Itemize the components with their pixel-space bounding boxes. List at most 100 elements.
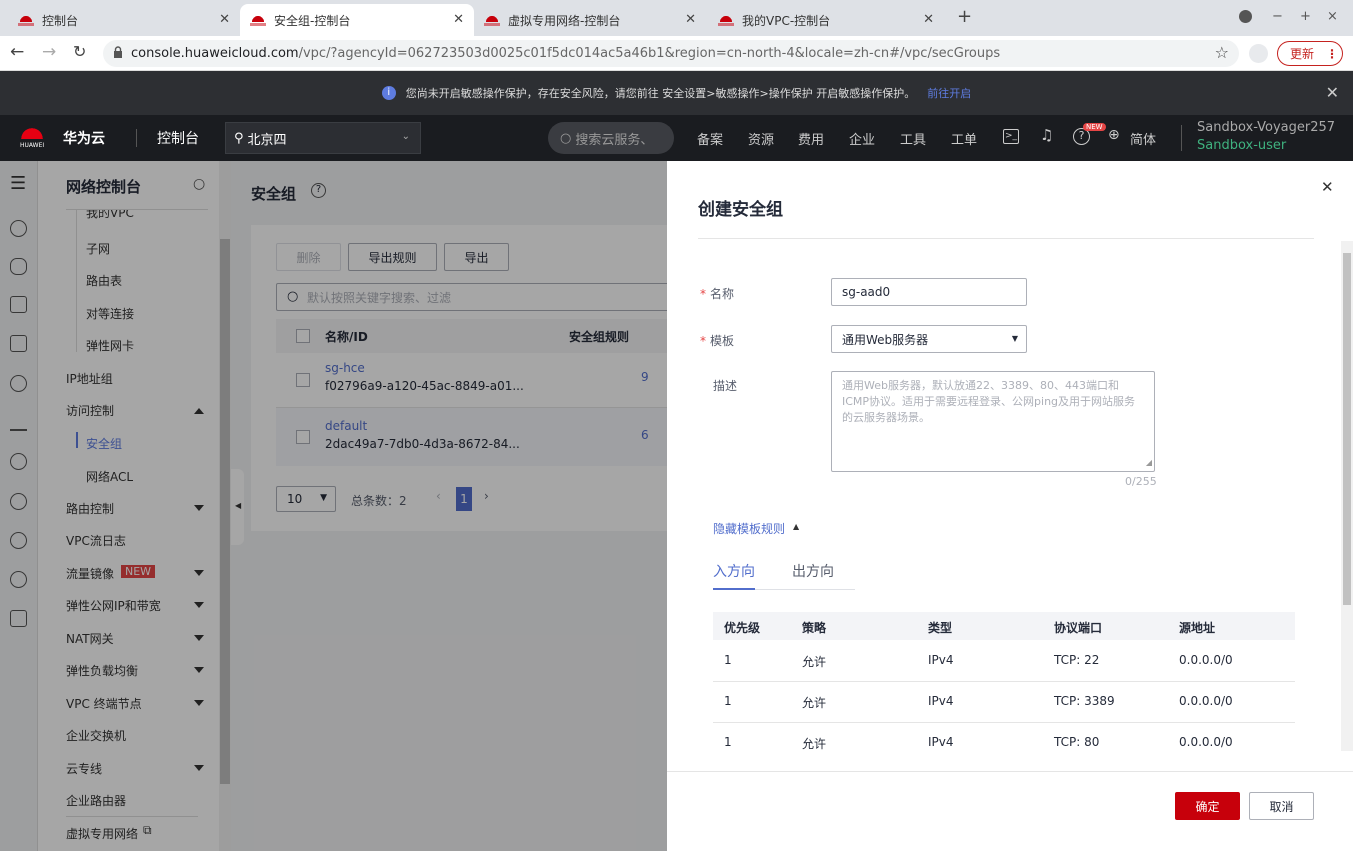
bookmark-star-icon[interactable]: ☆ <box>1215 43 1229 62</box>
template-label: * 模板 <box>700 332 734 349</box>
description-textarea[interactable]: 通用Web服务器，默认放通22、3389、80、443端口和ICMP协议。适用于… <box>831 371 1155 472</box>
update-label: 更新 <box>1290 47 1315 61</box>
url-host: console.huaweicloud.com <box>131 46 299 61</box>
lock-icon <box>113 46 123 58</box>
caret-down-icon: ▼ <box>1011 334 1018 343</box>
update-button[interactable]: 更新 ⋮ <box>1277 41 1343 66</box>
close-drawer-icon[interactable]: ✕ <box>1321 178 1334 196</box>
profile-avatar-icon[interactable] <box>1249 44 1268 63</box>
close-tab-icon[interactable]: ✕ <box>219 12 230 27</box>
rule-type: IPv4 <box>928 653 954 667</box>
brand-small: HUAWEI <box>20 142 45 149</box>
menu-beian[interactable]: 备案 <box>697 129 723 148</box>
cloud-shell-icon[interactable]: >_ <box>1003 129 1019 144</box>
console-link[interactable]: 控制台 <box>157 128 199 148</box>
rule-port: TCP: 80 <box>1054 735 1100 749</box>
menu-billing[interactable]: 费用 <box>798 129 824 148</box>
close-window-icon[interactable]: × <box>1327 9 1338 24</box>
drawer-scrollbar-thumb[interactable] <box>1343 253 1351 605</box>
maximize-icon[interactable]: + <box>1300 9 1311 24</box>
rule-action: 允许 <box>802 696 827 710</box>
name-label: * 名称 <box>700 285 734 302</box>
modal-overlay[interactable] <box>0 161 667 851</box>
globe-icon: ⊕ <box>1108 127 1120 143</box>
divider <box>698 238 1314 239</box>
profile-dot-icon[interactable] <box>1239 10 1252 23</box>
column-source: 源地址 <box>1179 621 1216 635</box>
language-selector[interactable]: 简体 <box>1130 129 1156 148</box>
enable-protection-link[interactable]: 前往开启 <box>927 85 971 101</box>
user-name[interactable]: Sandbox-user <box>1197 138 1286 153</box>
rule-priority: 1 <box>724 735 732 749</box>
reload-icon[interactable]: ↻ <box>73 42 86 61</box>
column-protocol-port: 协议端口 <box>1054 621 1103 635</box>
resize-handle-icon[interactable]: ◢ <box>1146 455 1152 471</box>
rule-priority: 1 <box>724 694 732 708</box>
column-action: 策略 <box>802 621 827 635</box>
tab-title: 安全组-控制台 <box>274 13 351 28</box>
rule-source: 0.0.0.0/0 <box>1179 694 1233 708</box>
menu-tickets[interactable]: 工单 <box>951 129 977 148</box>
toggle-template-rules[interactable]: 隐藏模板规则 <box>713 520 785 537</box>
huawei-petal-icon <box>21 123 43 139</box>
address-bar: ← → ↻ console.huaweicloud.com/vpc/?agenc… <box>0 36 1353 71</box>
column-type: 类型 <box>928 621 953 635</box>
new-tab-icon[interactable]: + <box>957 6 972 27</box>
region-selector[interactable]: ⚲ 北京四 ⌄ <box>225 122 421 154</box>
rule-source: 0.0.0.0/0 <box>1179 653 1233 667</box>
security-warning-banner: i 您尚未开启敏感操作保护，存在安全风险，请您前往 安全设置>敏感操作>操作保护… <box>0 71 1353 115</box>
confirm-button[interactable]: 确定 <box>1175 792 1240 820</box>
required-mark: * <box>700 287 706 301</box>
forward-icon[interactable]: → <box>42 42 56 62</box>
new-badge: NEW <box>1083 123 1106 131</box>
close-tab-icon[interactable]: ✕ <box>685 12 696 27</box>
menu-tools[interactable]: 工具 <box>900 129 926 148</box>
active-tab-indicator <box>713 588 755 590</box>
rule-action: 允许 <box>802 655 827 669</box>
rule-type: IPv4 <box>928 735 954 749</box>
tab-title: 虚拟专用网络-控制台 <box>508 13 621 28</box>
browser-tab-active[interactable]: 安全组-控制台 ✕ <box>240 4 474 36</box>
description-placeholder: 通用Web服务器，默认放通22、3389、80、443端口和ICMP协议。适用于… <box>842 379 1136 424</box>
close-tab-icon[interactable]: ✕ <box>923 12 934 27</box>
tab-inbound[interactable]: 入方向 <box>713 561 755 581</box>
brand-name[interactable]: 华为云 <box>63 128 105 148</box>
tab-outbound[interactable]: 出方向 <box>792 561 834 581</box>
browser-tab[interactable]: 虚拟专用网络-控制台 ✕ <box>474 4 706 36</box>
template-select[interactable]: 通用Web服务器 ▼ <box>831 325 1027 353</box>
name-input[interactable]: sg-aad0 <box>831 278 1027 306</box>
rule-type: IPv4 <box>928 694 954 708</box>
divider <box>1181 125 1182 151</box>
close-banner-icon[interactable]: ✕ <box>1326 83 1339 102</box>
url-field[interactable]: console.huaweicloud.com/vpc/?agencyId=06… <box>103 40 1239 67</box>
huawei-logo-icon <box>18 13 34 27</box>
huawei-logo[interactable]: HUAWEI <box>20 123 44 153</box>
account-name[interactable]: Sandbox-Voyager257 <box>1197 120 1335 135</box>
minimize-icon[interactable]: − <box>1272 9 1283 24</box>
required-mark: * <box>700 334 706 348</box>
bell-icon[interactable]: ♫ <box>1040 126 1053 144</box>
description-char-count: 0/255 <box>1125 475 1157 488</box>
cancel-label: 取消 <box>1269 799 1294 814</box>
menu-enterprise[interactable]: 企业 <box>849 129 875 148</box>
chevron-down-icon: ⌄ <box>401 131 410 142</box>
rule-action: 允许 <box>802 737 827 751</box>
console-header: HUAWEI 华为云 控制台 ⚲ 北京四 ⌄ ○ 搜索云服务、 备案 资源 费用… <box>0 115 1353 161</box>
service-search[interactable]: ○ 搜索云服务、 <box>548 122 674 154</box>
search-placeholder: 搜索云服务、 <box>575 132 654 148</box>
column-priority: 优先级 <box>724 621 761 635</box>
create-security-group-drawer: 创建安全组 ✕ * 名称 sg-aad0 * 模板 通用Web服务器 ▼ 描述 通用… <box>667 161 1353 851</box>
huawei-logo-icon <box>718 13 734 27</box>
region-label: 北京四 <box>247 132 287 148</box>
browser-tab[interactable]: 我的VPC-控制台 ✕ <box>708 4 944 36</box>
rule-priority: 1 <box>724 653 732 667</box>
confirm-label: 确定 <box>1195 799 1220 814</box>
browser-tab[interactable]: 控制台 ✕ <box>8 4 240 36</box>
close-tab-icon[interactable]: ✕ <box>453 12 464 27</box>
more-icon: ⋮ <box>1326 46 1339 61</box>
url-path: /vpc/?agencyId=062723503d0025c01f5dc014a… <box>298 46 1001 61</box>
cancel-button[interactable]: 取消 <box>1249 792 1314 820</box>
rule-source: 0.0.0.0/0 <box>1179 735 1233 749</box>
menu-resources[interactable]: 资源 <box>748 129 774 148</box>
back-icon[interactable]: ← <box>10 42 24 62</box>
